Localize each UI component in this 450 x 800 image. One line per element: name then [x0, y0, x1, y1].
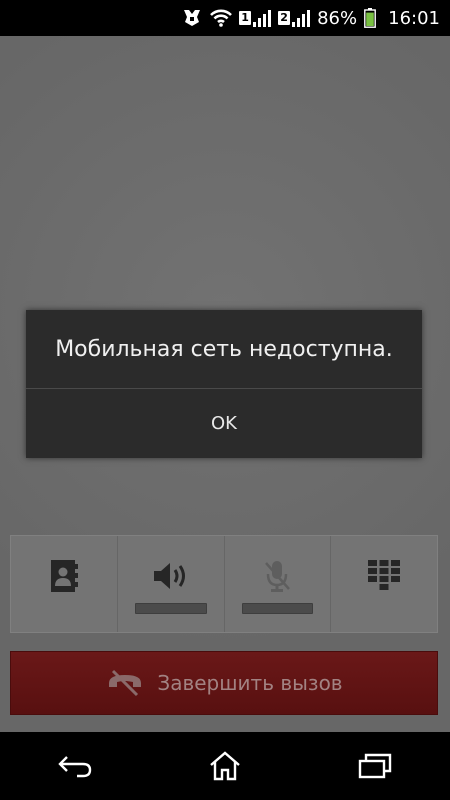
app-notification-icon: [181, 8, 203, 28]
end-call-icon: [105, 669, 145, 697]
mic-off-icon: [262, 558, 292, 594]
speaker-icon: [152, 558, 190, 594]
contacts-button[interactable]: [11, 536, 118, 632]
navigation-bar: [0, 732, 450, 800]
home-icon: [210, 751, 240, 781]
mute-toggle-indicator: [241, 603, 314, 614]
ok-button[interactable]: OK: [26, 389, 422, 458]
sim1-badge: 1: [239, 11, 252, 25]
end-call-button[interactable]: Завершить вызов: [10, 651, 438, 715]
contacts-icon: [49, 558, 79, 594]
sim1-signal: 1: [239, 9, 272, 27]
dialpad-button[interactable]: [331, 536, 437, 632]
signal-icon: [292, 10, 311, 27]
call-controls: [10, 535, 438, 633]
clock: 16:01: [388, 7, 440, 29]
network-unavailable-dialog: Мобильная сеть недоступна. OK: [26, 310, 422, 458]
recent-apps-icon: [358, 753, 392, 779]
battery-icon: [364, 8, 377, 28]
status-bar: 1 2 86% 16:01: [0, 0, 450, 36]
back-button[interactable]: [45, 741, 105, 791]
battery-percent: 86%: [317, 7, 358, 29]
home-button[interactable]: [195, 741, 255, 791]
mute-button[interactable]: [225, 536, 332, 632]
back-icon: [58, 756, 92, 778]
end-call-label: Завершить вызов: [157, 671, 343, 695]
sim2-signal: 2: [278, 9, 311, 27]
dialog-message: Мобильная сеть недоступна.: [55, 336, 393, 362]
recent-apps-button[interactable]: [345, 741, 405, 791]
signal-icon: [253, 10, 272, 27]
sim2-badge: 2: [278, 11, 291, 25]
wifi-icon: [210, 9, 233, 27]
speaker-toggle-indicator: [134, 603, 207, 614]
speaker-button[interactable]: [118, 536, 225, 632]
dialpad-icon: [367, 558, 401, 594]
